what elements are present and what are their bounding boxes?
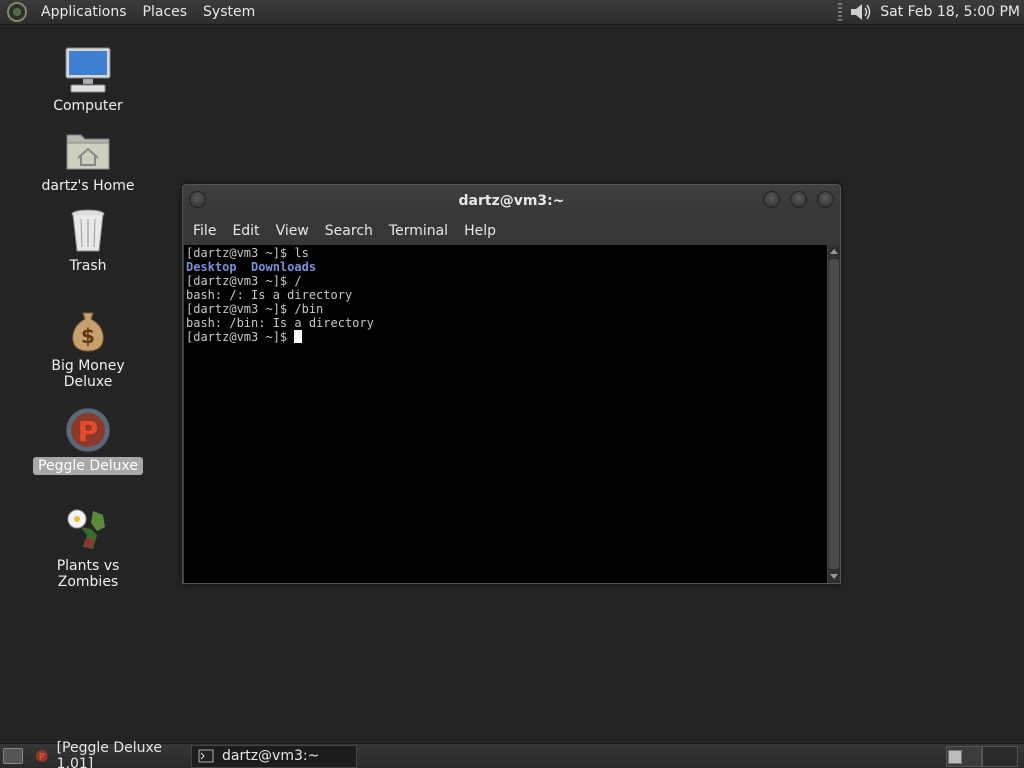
workspace-2[interactable] — [982, 745, 1018, 767]
desktop-icon-plants-vs-zombies[interactable]: Plants vs Zombies — [23, 505, 153, 591]
workspace-switcher[interactable] — [946, 745, 1018, 767]
desktop-icon-label: Trash — [69, 258, 107, 274]
directory-entry: Downloads — [251, 260, 317, 274]
prompt: [dartz@vm3 ~]$ — [186, 330, 295, 344]
menu-terminal[interactable]: Terminal — [381, 223, 456, 239]
money-bag-icon: $ — [72, 312, 104, 352]
panel-grip-icon — [838, 3, 843, 21]
plants-vs-zombies-icon — [67, 509, 105, 549]
svg-text:P: P — [78, 415, 99, 448]
terminal-output[interactable]: [dartz@vm3 ~]$ ls Desktop Downloads [dartz… — [184, 245, 827, 583]
places-menu[interactable]: Places — [135, 4, 196, 20]
desktop-icon-trash[interactable]: Trash — [23, 205, 153, 275]
desktop-icon-label: Plants vs Zombies — [56, 558, 120, 590]
home-folder-icon — [66, 134, 110, 170]
minimize-button[interactable] — [763, 191, 780, 208]
desktop-icon-home[interactable]: dartz's Home — [23, 125, 153, 195]
taskbar-item-label: [Peggle Deluxe 1.01] — [56, 740, 162, 768]
command: ls — [294, 246, 309, 260]
prompt: [dartz@vm3 ~]$ — [186, 246, 295, 260]
terminal-line: [dartz@vm3 ~]$ / — [186, 274, 825, 288]
terminal-line: Desktop Downloads — [186, 260, 825, 274]
distro-logo-icon[interactable] — [7, 2, 27, 22]
workspace-1[interactable] — [946, 745, 982, 767]
desktop-icon-label: dartz's Home — [41, 178, 135, 194]
output-text: bash: /: Is a directory — [186, 288, 353, 302]
taskbar-item-peggle[interactable]: P [Peggle Deluxe 1.01] — [29, 740, 187, 768]
taskbar-item-terminal[interactable]: dartz@vm3:~ — [191, 744, 357, 768]
desktop-icon-label: Computer — [53, 98, 123, 114]
taskbar-item-label: dartz@vm3:~ — [222, 748, 320, 764]
clock[interactable]: Sat Feb 18, 5:00 PM — [880, 4, 1020, 20]
maximize-button[interactable] — [790, 191, 807, 208]
terminal-line: bash: /bin: Is a directory — [186, 316, 825, 330]
window-menu-button[interactable] — [189, 191, 206, 208]
output-text: bash: /bin: Is a directory — [186, 316, 374, 330]
scrollbar-thumb[interactable] — [829, 259, 839, 569]
applications-menu[interactable]: Applications — [33, 4, 135, 20]
terminal-icon — [198, 749, 214, 763]
show-desktop-icon[interactable] — [3, 748, 23, 764]
volume-icon[interactable] — [848, 1, 872, 23]
window-titlebar[interactable]: dartz@vm3:~ — [183, 185, 840, 217]
scroll-up-arrow-icon[interactable] — [830, 249, 838, 254]
desktop-icon-computer[interactable]: Computer — [23, 45, 153, 115]
terminal-menubar: File Edit View Search Terminal Help — [183, 217, 840, 245]
menu-help[interactable]: Help — [456, 223, 504, 239]
menu-view[interactable]: View — [268, 223, 317, 239]
terminal-window[interactable]: dartz@vm3:~ File Edit View Search Termin… — [182, 184, 841, 584]
terminal-line: [dartz@vm3 ~]$ /bin — [186, 302, 825, 316]
prompt: [dartz@vm3 ~]$ — [186, 302, 295, 316]
desktop-icon-label: Peggle Deluxe — [33, 457, 143, 475]
directory-entry: Desktop — [186, 260, 237, 274]
terminal-line: [dartz@vm3 ~]$ — [186, 330, 825, 344]
scroll-down-arrow-icon[interactable] — [830, 574, 838, 579]
top-panel: Applications Places System Sat Feb 18, 5… — [0, 0, 1024, 25]
bottom-panel: P [Peggle Deluxe 1.01] dartz@vm3:~ — [0, 740, 1024, 768]
menu-edit[interactable]: Edit — [224, 223, 267, 239]
terminal-line: [dartz@vm3 ~]$ ls — [186, 246, 825, 260]
menu-search[interactable]: Search — [317, 223, 381, 239]
peggle-icon: P — [35, 750, 48, 762]
desktop-icon-label: Big Money Deluxe — [51, 358, 125, 390]
close-button[interactable] — [817, 191, 834, 208]
terminal-scrollbar[interactable] — [827, 245, 840, 583]
svg-text:P: P — [39, 752, 45, 762]
computer-icon — [65, 47, 111, 93]
terminal-line: bash: /: Is a directory — [186, 288, 825, 302]
desktop-icon-big-money[interactable]: $ Big Money Deluxe — [23, 305, 153, 391]
window-title: dartz@vm3:~ — [458, 193, 565, 209]
desktop-icon-peggle[interactable]: P Peggle Deluxe — [23, 405, 153, 475]
trash-icon — [71, 209, 105, 252]
prompt: [dartz@vm3 ~]$ — [186, 274, 295, 288]
command: / — [294, 274, 302, 288]
svg-text:$: $ — [81, 324, 95, 348]
command: /bin — [294, 302, 324, 316]
peggle-icon: P — [65, 407, 111, 453]
system-menu[interactable]: System — [195, 4, 263, 20]
text-cursor — [294, 330, 303, 343]
menu-file[interactable]: File — [185, 223, 224, 239]
